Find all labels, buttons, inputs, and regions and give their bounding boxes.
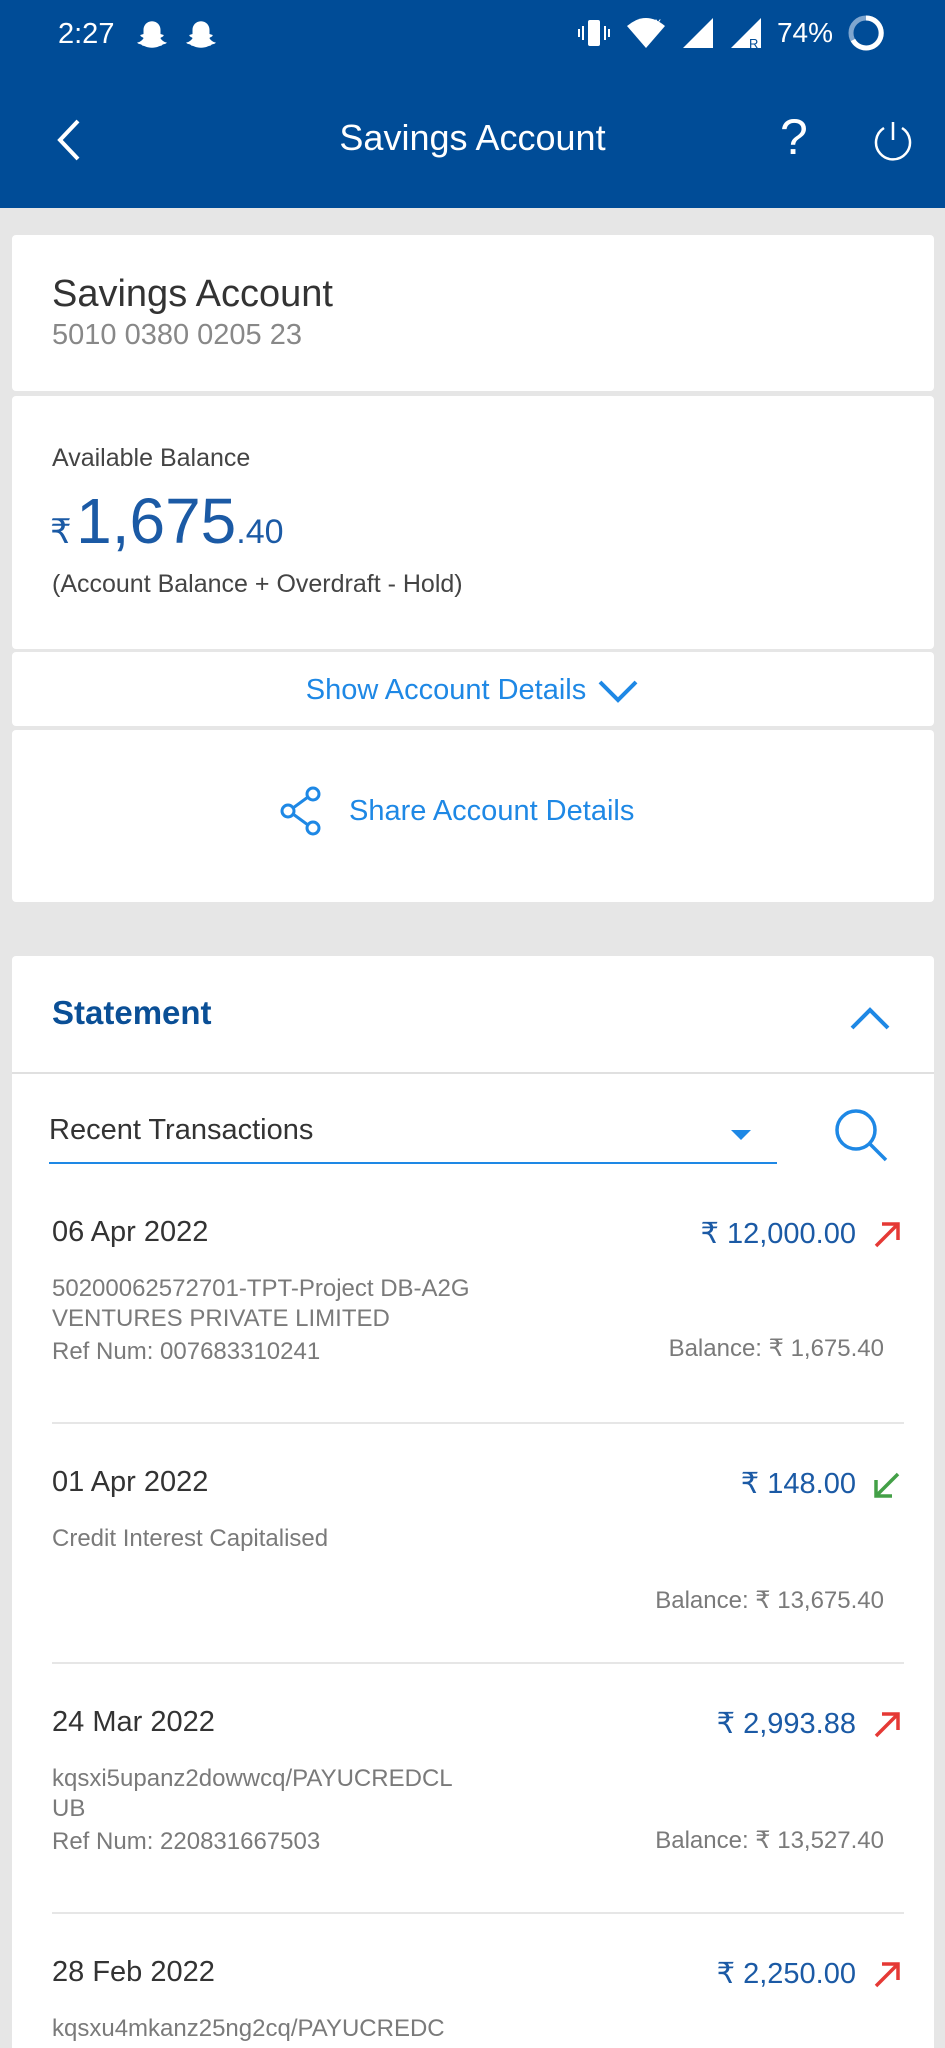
- battery-icon: [848, 15, 884, 51]
- share-account-details-button[interactable]: Share Account Details: [12, 730, 934, 902]
- transaction-balance: Balance: ₹ 13,527.40: [655, 1827, 884, 1854]
- transaction-amount: ₹ 148.00: [740, 1468, 856, 1500]
- divider: [12, 1072, 934, 1074]
- help-icon[interactable]: ?: [780, 108, 808, 166]
- share-details-label: Share Account Details: [349, 794, 635, 827]
- currency-symbol: ₹: [50, 513, 72, 551]
- transactions-filter-dropdown[interactable]: Recent Transactions: [49, 1104, 777, 1164]
- divider: [52, 1662, 904, 1664]
- transaction-description: kqsxi5upanz2dowwcq/PAYUCREDCLUB: [52, 1765, 453, 1822]
- snapchat-icon: [186, 21, 216, 48]
- svg-text:R: R: [749, 36, 758, 50]
- power-icon[interactable]: [870, 118, 916, 164]
- transaction-description: kqsxu4mkanz25ng2cq/PAYUCREDC: [52, 2015, 445, 2042]
- balance-integer: 1,675: [76, 485, 237, 557]
- balance-decimal: .40: [236, 513, 284, 551]
- show-details-label: Show Account Details: [305, 674, 587, 706]
- filter-value: Recent Transactions: [49, 1114, 314, 1146]
- statement-title: Statement: [52, 994, 212, 1031]
- battery-percent: 74%: [776, 17, 833, 48]
- transaction-ref: Ref Num: 220831667503: [52, 1828, 321, 1855]
- balance-note: (Account Balance + Overdraft - Hold): [52, 570, 463, 598]
- transaction-item[interactable]: 28 Feb 2022 ₹ 2,250.00 kqsxu4mkanz25ng2c…: [52, 1956, 904, 2048]
- chevron-down-icon: [598, 680, 638, 704]
- status-bar: 2:27 x R 74%: [0, 0, 945, 70]
- signal-roaming-icon: R: [730, 18, 761, 50]
- debit-arrow-icon: [874, 1222, 900, 1248]
- chevron-up-icon[interactable]: [848, 1004, 892, 1032]
- dropdown-arrow-icon: [731, 1130, 751, 1140]
- transaction-balance: Balance: ₹ 1,675.40: [668, 1335, 884, 1362]
- transaction-date: 28 Feb 2022: [52, 1956, 215, 1988]
- divider: [52, 1422, 904, 1424]
- transaction-date: 24 Mar 2022: [52, 1706, 215, 1738]
- status-time: 2:27: [58, 18, 115, 50]
- transaction-description: Credit Interest Capitalised: [52, 1525, 329, 1552]
- transaction-amount: ₹ 12,000.00: [700, 1218, 856, 1250]
- debit-arrow-icon: [874, 1712, 900, 1738]
- vibrate-icon: [577, 20, 610, 46]
- app-bar: Savings Account ?: [0, 70, 945, 208]
- balance-amount: ₹ 1,675.40: [50, 484, 284, 558]
- account-name: Savings Account: [52, 273, 333, 315]
- transaction-amount: ₹ 2,993.88: [716, 1708, 856, 1740]
- balance-card: Available Balance ₹ 1,675.40 (Account Ba…: [12, 396, 934, 649]
- share-icon: [280, 786, 321, 836]
- svg-text:x: x: [655, 16, 661, 29]
- balance-label: Available Balance: [52, 444, 251, 472]
- divider: [52, 1912, 904, 1914]
- signal-icon: [682, 18, 713, 48]
- snapchat-icon: [137, 21, 167, 48]
- statement-card: Statement Recent Transactions 06 Apr 202…: [12, 956, 934, 2048]
- transaction-amount: ₹ 2,250.00: [716, 1958, 856, 1990]
- credit-arrow-icon: [874, 1472, 900, 1498]
- account-number: 5010 0380 0205 23: [52, 319, 302, 351]
- transaction-description: 50200062572701-TPT-Project DB-A2G VENTUR…: [52, 1275, 470, 1332]
- account-card: Savings Account 5010 0380 0205 23: [12, 235, 934, 391]
- transaction-date: 01 Apr 2022: [52, 1466, 209, 1498]
- transaction-balance: Balance: ₹ 13,675.40: [655, 1587, 884, 1614]
- search-icon[interactable]: [832, 1106, 890, 1164]
- show-account-details-button[interactable]: Show Account Details: [12, 652, 934, 726]
- wifi-icon: x: [626, 16, 665, 48]
- transaction-date: 06 Apr 2022: [52, 1216, 209, 1248]
- transaction-ref: Ref Num: 007683310241: [52, 1338, 321, 1365]
- debit-arrow-icon: [874, 1962, 900, 1988]
